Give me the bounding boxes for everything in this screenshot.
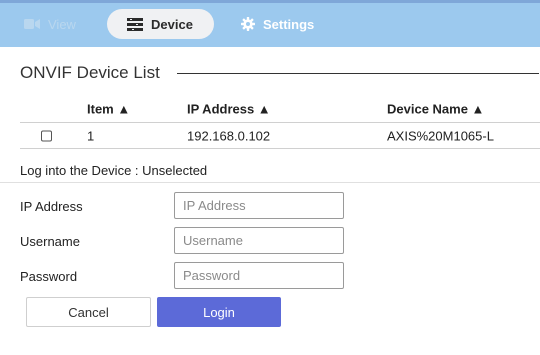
column-header-item[interactable]: Item ▲ [87, 102, 130, 117]
nav-top-edge [0, 0, 540, 3]
tab-device[interactable]: Device [107, 9, 214, 39]
top-nav-bar: View Device Settings [0, 0, 540, 47]
tab-view-label: View [48, 16, 76, 32]
row-item-number: 1 [87, 128, 95, 143]
login-divider [0, 182, 540, 183]
row-device-name: AXIS%20M1065-L [387, 128, 494, 143]
table-row[interactable]: 1 192.168.0.102 AXIS%20M1065-L [20, 123, 540, 149]
tab-settings-label: Settings [263, 16, 315, 32]
title-divider [177, 73, 539, 74]
video-camera-icon [24, 18, 40, 30]
tab-settings[interactable]: Settings [241, 9, 314, 39]
column-header-ip-address[interactable]: IP Address ▲ [187, 102, 271, 117]
username-label: Username [20, 234, 80, 249]
device-table: Item ▲ IP Address ▲ Device Name ▲ 1 192.… [20, 96, 540, 149]
row-ip-address: 192.168.0.102 [187, 128, 271, 143]
ip-address-input[interactable] [174, 192, 344, 219]
gear-icon [241, 17, 255, 31]
username-input[interactable] [174, 227, 344, 254]
login-button[interactable]: Login [157, 297, 281, 327]
login-status-text: Log into the Device : Unselected [20, 163, 208, 178]
column-header-device-name[interactable]: Device Name ▲ [387, 102, 484, 117]
tab-device-label: Device [151, 16, 193, 32]
cancel-button[interactable]: Cancel [26, 297, 151, 327]
device-list-icon [127, 17, 143, 31]
tab-view[interactable]: View [24, 9, 76, 39]
password-label: Password [20, 269, 78, 284]
table-header: Item ▲ IP Address ▲ Device Name ▲ [20, 96, 540, 123]
row-select-checkbox[interactable] [41, 130, 52, 141]
password-input[interactable] [174, 262, 344, 289]
section-title: ONVIF Device List [20, 63, 160, 82]
ip-address-label: IP Address [20, 199, 83, 214]
